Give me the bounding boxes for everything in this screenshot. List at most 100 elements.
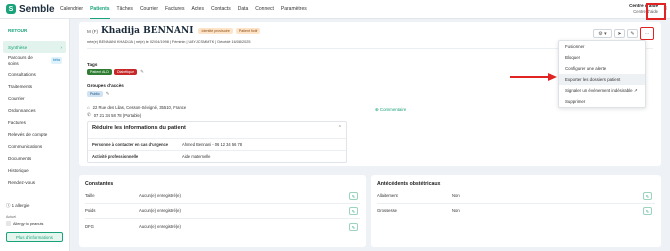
allergy-icon <box>6 221 11 226</box>
tag-diabetique[interactable]: Diabétique <box>113 69 138 75</box>
menu-item-signaler-evenement[interactable]: Signaler un événement indésirable ↗ <box>559 85 645 96</box>
allergy-item[interactable]: Allergy to peanuts <box>6 221 64 226</box>
sidebar-item-traitements[interactable]: Traitements <box>3 80 66 92</box>
settings-dropdown-button[interactable]: ⚙ ▾ <box>593 29 612 38</box>
annotation-arrow-icon <box>510 73 557 81</box>
edit-dfg-button[interactable]: ✎ <box>349 223 358 231</box>
patient-header: M (F) Khadija BENNANI Identité provisoir… <box>87 26 263 36</box>
top-navigation: S Semble Calendrier Patients Tâches Cour… <box>0 0 670 19</box>
send-icon[interactable]: ➤ <box>614 29 625 38</box>
back-link[interactable]: RETOUR <box>8 28 27 33</box>
phone-icon: ✆ <box>87 112 91 117</box>
reduce-info-title[interactable]: Réduire les informations du patient <box>92 125 186 131</box>
sidebar-item-ordonnances[interactable]: Ordonnances <box>3 104 66 116</box>
app-logo[interactable]: S Semble <box>6 4 56 15</box>
patient-info-panel: Réduire les informations du patient ⌃ Pe… <box>87 121 347 163</box>
tags-title: Tags <box>87 62 98 67</box>
patient-phone[interactable]: ✆ 07 21 34 58 78 (Portable) <box>87 112 141 118</box>
obstetric-history-card: Antécédents obstétricaux Allaitement Non… <box>371 175 661 247</box>
constante-row-taille: Taille Aucun(e) enregistré(e) <box>85 193 181 198</box>
more-actions-button[interactable]: ⋯ <box>640 27 654 40</box>
sidebar-item-communications[interactable]: Communications <box>3 140 66 152</box>
tag-patient-ald[interactable]: Patient ALD <box>87 69 112 75</box>
nav-items: Calendrier Patients Tâches Courrier Fact… <box>60 0 314 19</box>
more-info-button[interactable]: Plus d'informations <box>6 232 63 242</box>
patient-civility: M (F) <box>87 28 98 34</box>
sidebar-item-historique[interactable]: Historique <box>3 164 66 176</box>
nav-item-parametres[interactable]: Paramètres <box>281 0 307 19</box>
chevron-up-icon[interactable]: ⌃ <box>338 125 342 131</box>
menu-item-supprimer[interactable]: Supprimer <box>559 96 645 107</box>
address-text: 22 Rue des Lilas, Cesson-Sévigné, 35510,… <box>92 105 187 110</box>
edit-groups-icon[interactable]: ✎ <box>106 91 110 97</box>
sidebar-item-rendez-vous[interactable]: Rendez-vous <box>3 176 66 188</box>
patient-address: ⌂ 22 Rue des Lilas, Cesson-Sévigné, 3551… <box>87 105 186 110</box>
edit-tags-icon[interactable]: ✎ <box>140 69 144 75</box>
edit-poids-button[interactable]: ✎ <box>349 207 358 215</box>
row-divider <box>85 218 360 219</box>
allergy-count-label: 1 allergie <box>11 203 30 208</box>
obstetric-row-grossesse: Grossesse Non <box>377 208 460 213</box>
info-label: Activité professionnelle <box>92 153 139 159</box>
constante-row-dfg: DFG Aucun(e) enregistré(e) <box>85 224 181 229</box>
phone-text: 07 21 34 58 78 (Portable) <box>93 112 142 118</box>
menu-item-fusionner[interactable]: Fusionner <box>559 41 645 52</box>
edit-grossesse-button[interactable]: ✎ <box>643 207 652 215</box>
sidebar-list: Synthèse › Parcours de soins bêta Consul… <box>3 41 66 188</box>
allergy-status-label: Actuel <box>6 215 16 219</box>
sidebar-item-parcours[interactable]: Parcours de soins bêta <box>3 53 66 68</box>
access-group-list: Public ✎ <box>87 91 109 97</box>
nav-item-factures[interactable]: Factures <box>165 0 184 19</box>
sidebar-item-consultations[interactable]: Consultations <box>3 68 66 80</box>
constante-value: Aucun(e) enregistré(e) <box>139 193 181 198</box>
nav-item-patients[interactable]: Patients <box>90 0 110 19</box>
constante-label: Poids <box>85 208 96 213</box>
sidebar-item-documents[interactable]: Documents <box>3 152 66 164</box>
comment-link[interactable]: ⊕ Commentaire <box>375 107 406 113</box>
access-groups-title: Groupes d'accès <box>87 83 124 88</box>
access-group-public[interactable]: Public <box>87 91 103 97</box>
sidebar-item-factures[interactable]: Factures <box>3 116 66 128</box>
highlight-frame <box>646 3 666 20</box>
menu-item-exporter-dossiers[interactable]: Exporter les dossiers patient <box>559 74 645 85</box>
logo-icon: S <box>6 4 16 14</box>
info-row-emergency-contact: Personne à contacter en cas d'urgence Ah… <box>88 138 346 149</box>
allergy-name: Allergy to peanuts <box>13 221 44 226</box>
constante-label: Taille <box>85 193 95 198</box>
edit-allaitement-button[interactable]: ✎ <box>643 192 652 200</box>
constante-value: Aucun(e) enregistré(e) <box>139 224 181 229</box>
sidebar-item-courrier[interactable]: Courrier <box>3 92 66 104</box>
constantes-card: Constantes Taille Aucun(e) enregistré(e)… <box>79 175 366 247</box>
menu-item-configurer-alerte[interactable]: Configurer une alerte <box>559 63 645 74</box>
obstetric-label: Allaitement <box>377 193 398 198</box>
home-icon: ⌂ <box>87 105 90 110</box>
obstetric-label: Grossesse <box>377 208 398 213</box>
beta-badge: bêta <box>51 56 62 65</box>
sidebar-item-label: Synthèse <box>8 44 28 50</box>
sidebar-item-synthese[interactable]: Synthèse › <box>3 41 66 53</box>
sidebar-item-releves[interactable]: Relevés de compte <box>3 128 66 140</box>
obstetric-title: Antécédents obstétricaux <box>377 181 441 187</box>
menu-item-bloquer[interactable]: Bloquer <box>559 52 645 63</box>
nav-item-taches[interactable]: Tâches <box>117 0 133 19</box>
nav-item-contacts[interactable]: Contacts <box>211 0 231 19</box>
allergy-section: ⓘ 1 allergie Actuel Allergy to peanuts P… <box>6 203 64 242</box>
patient-actions: ⚙ ▾ ➤ ✎ ⋯ <box>591 27 654 40</box>
row-divider <box>377 203 655 204</box>
info-label: Personne à contacter en cas d'urgence <box>92 141 169 147</box>
obstetric-value: Non <box>452 193 460 198</box>
constante-value: Aucun(e) enregistré(e) <box>139 208 181 213</box>
edit-icon[interactable]: ✎ <box>627 29 638 38</box>
comment-label: Commentaire <box>379 107 407 112</box>
nav-item-data[interactable]: Data <box>238 0 249 19</box>
fictitious-patient-badge: Patient fictif <box>235 28 261 34</box>
logo-text: Semble <box>19 3 55 15</box>
nav-item-connect[interactable]: Connect <box>255 0 274 19</box>
patient-meta: née(e) BENNANI KHADIJA | né(e) le 02/04/… <box>87 40 251 44</box>
nav-item-courrier[interactable]: Courrier <box>140 0 158 19</box>
nav-item-calendrier[interactable]: Calendrier <box>60 0 83 19</box>
chevron-right-icon: › <box>60 44 62 50</box>
edit-taille-button[interactable]: ✎ <box>349 192 358 200</box>
nav-item-actes[interactable]: Actes <box>191 0 204 19</box>
info-value: Ahmed Bennani - 06 12 34 56 78 <box>182 141 243 147</box>
